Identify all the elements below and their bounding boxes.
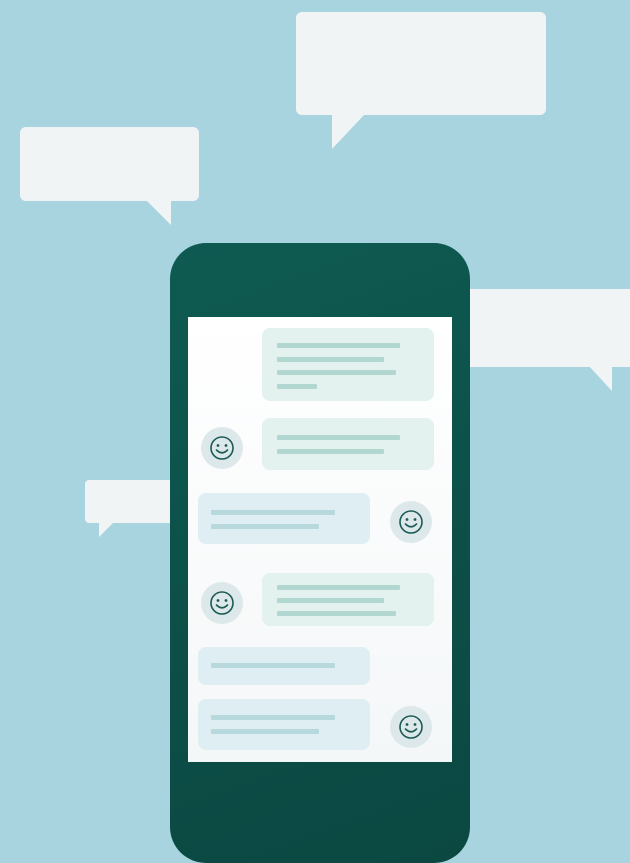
text-placeholder-line (211, 729, 319, 734)
speech-bubble-tail (588, 365, 612, 391)
smiley-face-icon (201, 427, 243, 469)
chat-message-bubble (198, 699, 370, 750)
floating-speech-bubble (455, 289, 630, 391)
speech-bubble-tail (99, 523, 113, 537)
speech-bubble-tail (147, 201, 171, 225)
text-placeholder-line (277, 370, 396, 375)
smiley-face-icon (390, 501, 432, 543)
chat-message-bubble (262, 418, 434, 470)
text-placeholder-line (277, 435, 400, 440)
floating-speech-bubble (20, 127, 199, 225)
smiley-face-icon (390, 706, 432, 748)
floating-speech-bubble (296, 12, 546, 149)
text-placeholder-line (211, 663, 335, 668)
text-placeholder-line (277, 598, 384, 603)
text-placeholder-line (277, 384, 317, 389)
text-placeholder-line (277, 611, 396, 616)
text-placeholder-line (277, 343, 400, 348)
text-placeholder-line (277, 357, 384, 362)
text-placeholder-line (211, 510, 335, 515)
chat-message-bubble (198, 647, 370, 685)
chat-message-bubble (262, 328, 434, 401)
text-placeholder-line (211, 524, 319, 529)
chat-message-bubble (198, 493, 370, 544)
text-placeholder-line (211, 715, 335, 720)
chat-message-bubble (262, 573, 434, 626)
text-placeholder-line (277, 449, 384, 454)
text-placeholder-line (277, 585, 400, 590)
phone-screen (188, 317, 452, 762)
smiley-face-icon (201, 582, 243, 624)
speech-bubble-tail (332, 115, 364, 149)
